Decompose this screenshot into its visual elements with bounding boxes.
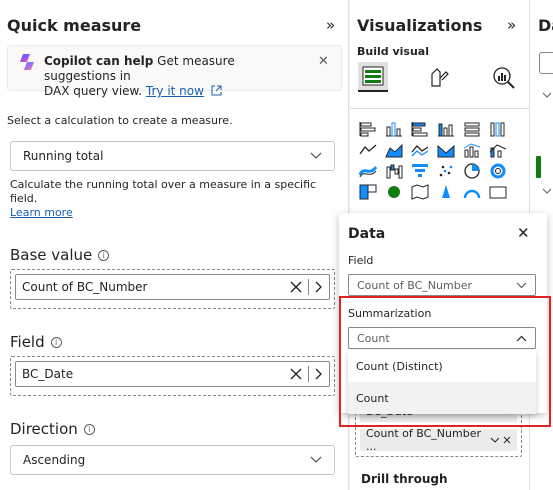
visualizations-title: Visualizations — [357, 16, 483, 35]
close-copilot-icon[interactable]: ✕ — [318, 54, 329, 69]
base-value-text: Count of BC_Number — [22, 280, 148, 294]
copilot-text-line2: DAX query view. — [44, 84, 143, 98]
search-input[interactable] — [539, 52, 553, 74]
format-visual-icon[interactable] — [428, 66, 450, 90]
learn-more-link[interactable]: Learn more — [10, 206, 73, 219]
waterfall-chart-icon[interactable] — [384, 162, 404, 180]
divider — [350, 108, 530, 109]
100-stacked-column-chart-icon[interactable] — [488, 120, 508, 138]
treemap-icon[interactable] — [358, 183, 378, 201]
field-well[interactable]: BC_Date — [10, 356, 335, 396]
copilot-title: Copilot can help — [44, 54, 154, 68]
map-icon[interactable] — [384, 183, 404, 201]
field-label: Field i — [10, 333, 62, 351]
copilot-icon — [20, 54, 34, 70]
stacked-bar-chart-icon[interactable] — [358, 120, 378, 138]
chevron-down-icon — [310, 152, 322, 159]
build-visual-tab[interactable] — [358, 62, 388, 92]
data-popup-title: Data — [348, 226, 386, 242]
pie-chart-icon[interactable] — [462, 162, 482, 180]
scatter-chart-icon[interactable] — [436, 162, 456, 180]
gauge-icon[interactable] — [462, 183, 482, 201]
line-chart-icon[interactable] — [358, 141, 378, 159]
close-popup-icon[interactable]: ✕ — [517, 224, 530, 242]
quick-measure-title: Quick measure — [7, 16, 142, 35]
quick-measure-pane: Quick measure » Copilot can help Get mea… — [0, 0, 349, 490]
direction-value: Ascending — [23, 453, 86, 467]
ribbon-chart-icon[interactable] — [436, 141, 456, 159]
stacked-column-chart-icon[interactable] — [384, 120, 404, 138]
well-chip-count[interactable]: Count of BC_Number ... — [360, 427, 517, 453]
area-chart-icon[interactable] — [384, 141, 404, 159]
fields-well-icon — [362, 66, 384, 86]
drill-through-label: Drill through — [361, 472, 448, 486]
separator — [308, 279, 309, 295]
chevron-right-icon[interactable] — [315, 368, 323, 380]
copilot-banner: Copilot can help Get measure suggestions… — [7, 45, 342, 98]
field-label: Field — [348, 254, 374, 267]
remove-icon[interactable] — [503, 436, 511, 444]
analytics-icon[interactable] — [492, 66, 516, 90]
direction-label-text: Direction — [10, 420, 78, 438]
100-stacked-bar-chart-icon[interactable] — [462, 120, 482, 138]
base-value-label: Base value i — [10, 246, 110, 264]
filled-map-icon[interactable] — [410, 183, 430, 201]
field-dropdown[interactable]: Count of BC_Number — [348, 274, 536, 296]
info-icon: i — [50, 337, 62, 348]
card-icon[interactable] — [488, 183, 508, 201]
field-dropdown-value: Count of BC_Number — [357, 278, 472, 292]
stacked-area-chart-icon[interactable] — [410, 141, 430, 159]
funnel-chart-icon[interactable] — [410, 162, 430, 180]
base-value-well[interactable]: Count of BC_Number — [10, 269, 335, 309]
direction-dropdown[interactable]: Ascending — [10, 445, 335, 475]
select-calculation-label: Select a calculation to create a measure… — [7, 114, 233, 127]
data-pane-title: Da — [538, 16, 553, 35]
collapse-pane-icon[interactable]: » — [326, 16, 335, 34]
donut-chart-icon[interactable] — [488, 162, 508, 180]
well-chip-text: Count of BC_Number ... — [366, 427, 481, 453]
line-and-clustered-column-icon[interactable] — [488, 141, 508, 159]
field-chip[interactable]: BC_Date — [15, 361, 330, 387]
try-it-now-link[interactable]: Try it now — [146, 84, 204, 98]
info-icon: i — [83, 424, 95, 435]
shape-map-icon[interactable] — [436, 183, 456, 201]
calculation-dropdown[interactable]: Running total — [10, 141, 335, 171]
open-external-icon[interactable] — [211, 85, 222, 96]
field-text: BC_Date — [22, 367, 74, 381]
collapse-pane-icon[interactable]: » — [507, 16, 516, 34]
remove-field-icon[interactable] — [290, 281, 302, 293]
info-icon: i — [98, 250, 110, 261]
calculation-value: Running total — [23, 149, 104, 163]
highlight-box — [339, 296, 551, 427]
build-visual-label: Build visual — [357, 45, 429, 58]
chevron-down-icon[interactable] — [542, 92, 552, 98]
base-value-label-text: Base value — [10, 246, 93, 264]
base-value-chip[interactable]: Count of BC_Number — [15, 274, 330, 300]
line-and-column-chart-icon[interactable] — [462, 141, 482, 159]
chevron-down-icon — [516, 282, 527, 288]
clustered-column-chart-icon[interactable] — [436, 120, 456, 138]
chevron-down-icon[interactable] — [542, 188, 552, 194]
chevron-right-icon[interactable] — [315, 281, 323, 293]
remove-field-icon[interactable] — [290, 368, 302, 380]
selection-indicator — [536, 156, 541, 178]
clustered-bar-chart-icon[interactable] — [410, 120, 430, 138]
calculation-description: Calculate the running total over a measu… — [10, 178, 317, 205]
field-label-text: Field — [10, 333, 45, 351]
chevron-down-icon — [310, 456, 322, 463]
chevron-down-icon[interactable] — [490, 437, 500, 443]
direction-label: Direction i — [10, 420, 95, 438]
visual-gallery — [358, 120, 514, 201]
separator — [308, 366, 309, 382]
ribbon-map-icon[interactable] — [358, 162, 378, 180]
